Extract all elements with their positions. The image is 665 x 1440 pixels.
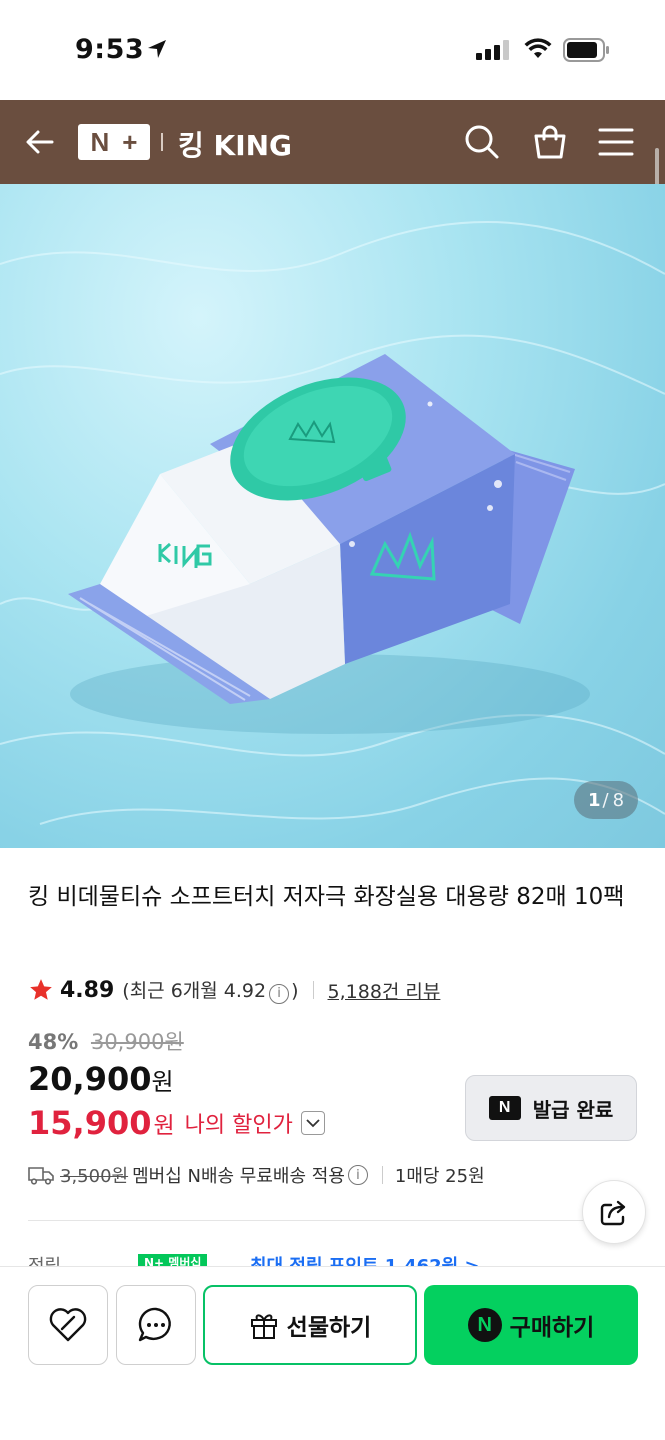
bottom-action-bar: 선물하기 N 구매하기: [0, 1266, 665, 1440]
shipping-row: 3,500원 멤버십 N배송 무료배송 적용 i 1매당 25원: [28, 1160, 485, 1190]
app-header: N + 킹 KING: [0, 100, 665, 184]
product-image[interactable]: [0, 184, 665, 848]
coupon-label: 발급 완료: [532, 1097, 614, 1122]
search-icon[interactable]: [464, 124, 500, 160]
wifi-icon: [524, 38, 552, 58]
naver-pay-icon: N: [467, 1308, 502, 1342]
discount-percent: 48%: [28, 1030, 79, 1054]
rating-divider: [312, 981, 314, 999]
shipping-divider: [381, 1166, 383, 1184]
recent-rating-close: ): [291, 980, 299, 1003]
coupon-issued-button[interactable]: N 발급 완료: [465, 1075, 637, 1141]
rating-row: 4.89 (최근 6개월 4.92 i) 5,188건 리뷰: [28, 973, 440, 1007]
buy-button[interactable]: N 구매하기: [424, 1285, 638, 1365]
chevron-down-icon[interactable]: [300, 1111, 325, 1135]
info-icon[interactable]: i: [269, 983, 290, 1004]
status-time: 9:53: [75, 34, 145, 65]
shipping-text: 멤버십 N배송 무료배송 적용: [132, 1166, 345, 1187]
image-counter-current: 1: [587, 789, 601, 811]
battery-icon: [563, 38, 609, 62]
status-bar: 9:53: [0, 0, 665, 100]
location-arrow-icon: [148, 40, 166, 58]
gift-label: 선물하기: [286, 1315, 372, 1341]
signal-icon: [476, 40, 509, 60]
wishlist-button[interactable]: [28, 1285, 108, 1365]
naver-n-icon: N: [488, 1096, 521, 1120]
sale-price: 20,900원: [28, 1060, 174, 1098]
truck-icon: [28, 1167, 54, 1185]
image-counter-total: 8: [612, 789, 625, 811]
my-price-value: 15,900: [28, 1104, 152, 1142]
menu-icon[interactable]: [598, 127, 634, 157]
my-price-unit: 원: [153, 1113, 175, 1139]
recent-rating-text: (최근 6개월 4.92: [122, 980, 267, 1003]
gift-icon: [250, 1314, 277, 1339]
product-photo-illustration: [0, 221, 665, 825]
naver-plus-logo[interactable]: N +: [78, 124, 150, 160]
my-discount-price[interactable]: 15,900 원 나의 할인가: [28, 1104, 325, 1142]
store-name[interactable]: 킹 KING: [178, 124, 292, 164]
discount-row: 48% 30,900원: [28, 1026, 184, 1056]
logo-plus: +: [122, 126, 138, 157]
sale-price-value: 20,900: [28, 1060, 152, 1098]
original-price: 30,900원: [90, 1030, 184, 1054]
chat-bubble-icon: [138, 1307, 171, 1342]
product-title: 킹 비데물티슈 소프트터치 저자극 화장실용 대용량 82매 10팩: [28, 884, 625, 910]
shipping-original-fee: 3,500원: [60, 1166, 129, 1187]
logo-n: N: [90, 126, 110, 157]
my-price-label: 나의 할인가: [184, 1113, 293, 1138]
share-button[interactable]: [582, 1180, 646, 1244]
share-icon: [600, 1200, 626, 1226]
heart-icon: [49, 1308, 87, 1342]
shipping-info-icon[interactable]: i: [347, 1165, 368, 1185]
header-divider: [161, 133, 163, 151]
buy-label: 구매하기: [509, 1315, 595, 1341]
back-arrow-icon[interactable]: [24, 126, 56, 158]
divider: [28, 1220, 638, 1221]
image-counter: 1 / 8: [574, 781, 638, 819]
rating-score: 4.89: [60, 977, 115, 1003]
recent-rating: (최근 6개월 4.92 i): [122, 976, 299, 1004]
star-icon: [30, 979, 52, 1000]
gift-button[interactable]: 선물하기: [203, 1285, 417, 1365]
sale-price-unit: 원: [151, 1068, 174, 1096]
review-count-link[interactable]: 5,188건 리뷰: [328, 977, 441, 1004]
talk-button[interactable]: [116, 1285, 196, 1365]
cart-icon[interactable]: [532, 124, 568, 160]
per-unit-price: 1매당 25원: [394, 1166, 485, 1187]
